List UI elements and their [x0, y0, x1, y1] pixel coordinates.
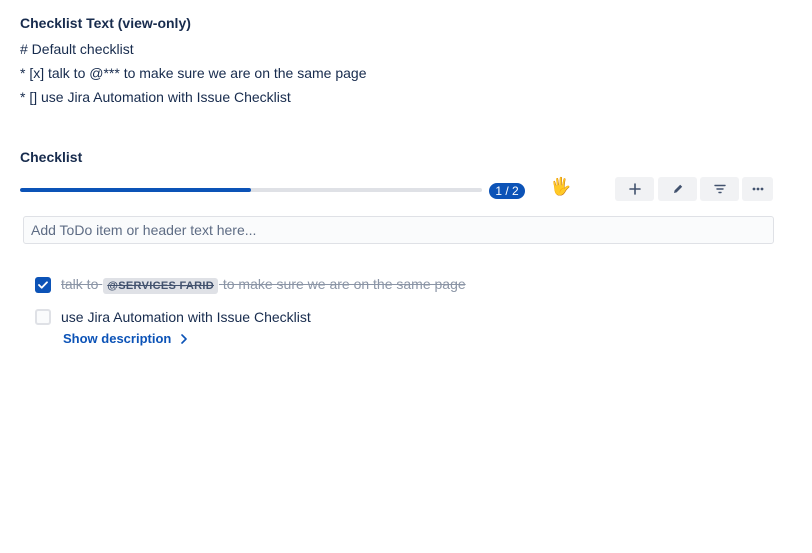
show-description-label: Show description	[63, 331, 172, 346]
pencil-icon	[673, 184, 682, 193]
plus-icon	[628, 183, 641, 195]
item-text[interactable]: use Jira Automation with Issue Checklist	[61, 308, 311, 326]
filter-button[interactable]	[700, 177, 739, 201]
item-text-before: talk to	[61, 276, 99, 292]
progress-count-badge: 1 / 2	[489, 183, 525, 199]
item-checkbox[interactable]	[35, 309, 51, 325]
more-options-button[interactable]	[742, 177, 773, 201]
ellipsis-icon	[752, 187, 763, 191]
edit-checklist-button[interactable]	[658, 177, 697, 201]
item-text[interactable]: talk to @SERVICES FARID to make sure we …	[61, 275, 466, 294]
show-description-link[interactable]: Show description	[63, 331, 188, 346]
checklist-panel: Checklist Text (view-only) # Default che…	[0, 0, 812, 553]
view-text-line: # Default checklist	[20, 41, 134, 57]
item-text-after: to make sure we are on the same page	[222, 276, 466, 292]
item-checkbox[interactable]	[35, 276, 51, 293]
progress-bar	[20, 188, 482, 192]
add-todo-input[interactable]	[23, 216, 774, 244]
user-mention[interactable]: @SERVICES FARID	[103, 278, 218, 294]
filter-icon	[713, 184, 726, 194]
checklist-item: use Jira Automation with Issue Checklist	[35, 308, 311, 326]
view-only-title: Checklist Text (view-only)	[20, 15, 191, 31]
checkmark-icon	[38, 280, 48, 289]
view-text-line: * [x] talk to @*** to make sure we are o…	[20, 65, 367, 81]
view-text-line: * [] use Jira Automation with Issue Chec…	[20, 89, 291, 105]
progress-bar-fill	[20, 188, 251, 192]
chevron-right-icon	[181, 333, 188, 344]
raised-hand-icon[interactable]: 🖐	[550, 177, 571, 197]
checklist-title: Checklist	[20, 149, 83, 165]
add-item-button[interactable]	[615, 177, 654, 201]
checklist-item: talk to @SERVICES FARID to make sure we …	[35, 275, 466, 294]
